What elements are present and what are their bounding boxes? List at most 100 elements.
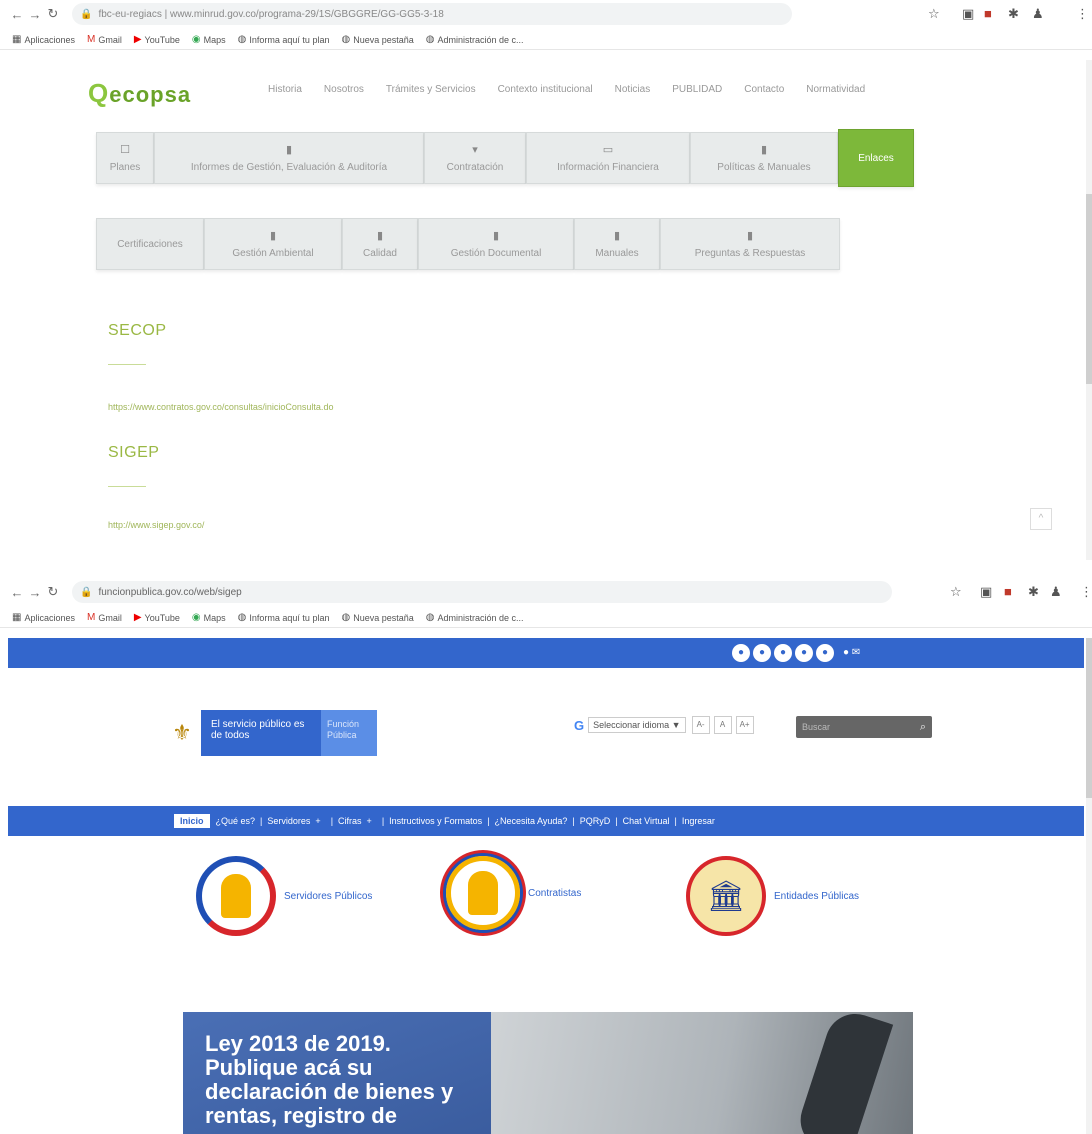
tab-politicas[interactable]: ▮ Políticas & Manuales <box>690 132 838 184</box>
bookmark-maps[interactable]: ◉ Maps <box>192 34 226 45</box>
nav-pqryd[interactable]: PQRyD <box>580 816 611 826</box>
nav-item[interactable]: Contacto <box>744 84 784 95</box>
nav-item[interactable]: Contexto institucional <box>498 84 593 95</box>
secop-link[interactable]: https://www.contratos.gov.co/consultas/i… <box>108 402 333 412</box>
nav-servidores[interactable]: Servidores <box>267 816 310 826</box>
document-icon: ▮ <box>613 230 621 242</box>
nav-que-es[interactable]: ¿Qué es? <box>216 816 256 826</box>
tab-informes[interactable]: ▮ Informes de Gestión, Evaluación & Audit… <box>154 132 424 184</box>
scrollbar[interactable] <box>1086 638 1092 1134</box>
puzzle-icon[interactable]: ✱ <box>1028 584 1039 600</box>
extension-icon[interactable]: ▣ <box>962 6 974 22</box>
reload-icon[interactable]: ↻ <box>44 6 62 22</box>
forward-icon[interactable]: → <box>26 585 44 600</box>
role-entidades[interactable]: 🏛 Entidades Públicas <box>686 856 859 936</box>
browser-address-bar: ← → ↻ 🔒 fbc-eu-regiacs | www.minrud.gov.… <box>0 0 1092 28</box>
tab-manuales[interactable]: ▮ Manuales <box>574 218 660 270</box>
nav-item[interactable]: Normatividad <box>806 84 865 95</box>
pdf-extension-icon[interactable]: ■ <box>1004 584 1012 599</box>
bookmark-new-tab[interactable]: ◍ Nueva pestaña <box>341 34 413 45</box>
nav-item[interactable]: Historia <box>268 84 302 95</box>
calendar-icon: ☐ <box>120 144 130 156</box>
tab-informacion-financiera[interactable]: ▭ Información Financiera <box>526 132 690 184</box>
bookmark-new-tab[interactable]: ◍ Nueva pestaña <box>341 612 413 623</box>
bookmark-youtube[interactable]: ▶ YouTube <box>134 34 180 45</box>
tab-gestion-ambiental[interactable]: ▮ Gestión Ambiental <box>204 218 342 270</box>
bookmark-gmail[interactable]: M Gmail <box>87 612 122 623</box>
bookmark-plan[interactable]: ◍ Informa aquí tu plan <box>238 612 330 623</box>
sigep-link[interactable]: http://www.sigep.gov.co/ <box>108 520 204 530</box>
language-select[interactable]: Seleccionar idioma ▼ <box>588 717 686 733</box>
instagram-icon[interactable]: ● <box>774 644 792 662</box>
nav-item[interactable]: Noticias <box>615 84 651 95</box>
puzzle-icon[interactable]: ✱ <box>1008 6 1019 22</box>
nav-ingresar[interactable]: Ingresar <box>682 816 715 826</box>
scrollbar[interactable] <box>1086 60 1092 560</box>
reload-icon[interactable]: ↻ <box>44 584 62 600</box>
tab-preguntas[interactable]: ▮ Preguntas & Respuestas <box>660 218 840 270</box>
linkedin-icon[interactable]: ● <box>816 644 834 662</box>
tab-planes[interactable]: ☐ Planes <box>96 132 154 184</box>
nav-ayuda[interactable]: ¿Necesita Ayuda? <box>495 816 568 826</box>
site-logo[interactable]: Qecopsa <box>88 78 191 109</box>
facebook-icon[interactable]: ● <box>753 644 771 662</box>
contact-icons[interactable]: ● ✉ <box>843 644 860 662</box>
url-field[interactable]: 🔒 fbc-eu-regiacs | www.minrud.gov.co/pro… <box>72 3 792 25</box>
extension-icon[interactable]: ▣ <box>980 584 992 600</box>
twitter-icon[interactable]: ● <box>732 644 750 662</box>
url-field[interactable]: 🔒 funcionpublica.gov.co/web/sigep <box>72 581 892 603</box>
scrollbar-thumb[interactable] <box>1086 638 1092 798</box>
font-increase-button[interactable]: A+ <box>735 716 754 734</box>
tab-calidad[interactable]: ▮ Calidad <box>342 218 418 270</box>
search-icon[interactable]: ⌕ <box>920 721 926 734</box>
font-reset-button[interactable]: A <box>713 716 732 734</box>
star-icon[interactable]: ☆ <box>950 584 962 600</box>
gov-entity: Función Pública <box>321 710 377 756</box>
hero-banner[interactable]: Ley 2013 de 2019. Publique acá su declar… <box>183 1012 913 1134</box>
tab-enlaces[interactable]: Enlaces <box>838 129 914 187</box>
role-contratistas[interactable]: Contratistas <box>446 856 581 930</box>
nav-item[interactable]: Trámites y Servicios <box>386 84 476 95</box>
government-banner[interactable]: ⚜ El servicio público es de todos Funció… <box>163 710 377 756</box>
bookmark-plan[interactable]: ◍ Informa aquí tu plan <box>238 34 330 45</box>
youtube-icon[interactable]: ● <box>795 644 813 662</box>
nav-separator: | <box>487 816 490 826</box>
nav-inicio[interactable]: Inicio <box>174 814 210 828</box>
profile-icon[interactable]: ♟ <box>1032 6 1044 22</box>
tab-certificaciones[interactable]: Certificaciones <box>96 218 204 270</box>
bookmark-admin[interactable]: ◍ Administración de c... <box>426 612 524 623</box>
nav-instructivos[interactable]: Instructivos y Formatos <box>389 816 482 826</box>
dropdown-plus-icon[interactable]: + <box>367 816 372 826</box>
screenshot-gap <box>0 560 1092 578</box>
profile-icon[interactable]: ♟ <box>1050 584 1062 600</box>
pdf-extension-icon[interactable]: ■ <box>984 6 992 21</box>
apps-icon: ▦ <box>12 34 22 45</box>
role-servidores[interactable]: Servidores Públicos <box>196 856 372 936</box>
scrollbar-thumb[interactable] <box>1086 194 1092 384</box>
bookmark-admin[interactable]: ◍ Administración de c... <box>426 34 524 45</box>
bookmark-youtube[interactable]: ▶ YouTube <box>134 612 180 623</box>
star-icon[interactable]: ☆ <box>928 6 940 22</box>
menu-icon[interactable]: ⋮ <box>1076 6 1089 22</box>
bookmark-maps[interactable]: ◉ Maps <box>192 612 226 623</box>
nav-item[interactable]: Nosotros <box>324 84 364 95</box>
dropdown-plus-icon[interactable]: + <box>315 816 320 826</box>
nav-chat[interactable]: Chat Virtual <box>623 816 670 826</box>
back-icon[interactable]: ← <box>8 585 26 600</box>
globe-icon: ◍ <box>237 612 247 623</box>
bookmark-apps[interactable]: ▦ Aplicaciones <box>12 612 75 623</box>
divider <box>108 364 146 365</box>
nav-cifras[interactable]: Cifras <box>338 816 362 826</box>
search-input[interactable]: Buscar ⌕ <box>796 716 932 738</box>
nav-item[interactable]: PUBLIDAD <box>672 84 722 95</box>
bookmark-gmail[interactable]: M Gmail <box>87 34 122 45</box>
menu-icon[interactable]: ⋮ <box>1080 584 1092 600</box>
bookmark-apps[interactable]: ▦ Aplicaciones <box>12 34 75 45</box>
scroll-to-top-button[interactable]: ^ <box>1030 508 1052 530</box>
tab-gestion-documental[interactable]: ▮ Gestión Documental <box>418 218 574 270</box>
forward-icon[interactable]: → <box>26 7 44 22</box>
back-icon[interactable]: ← <box>8 7 26 22</box>
font-decrease-button[interactable]: A- <box>691 716 710 734</box>
photo-shape <box>792 1012 894 1134</box>
tab-contratacion[interactable]: ▾ Contratación <box>424 132 526 184</box>
